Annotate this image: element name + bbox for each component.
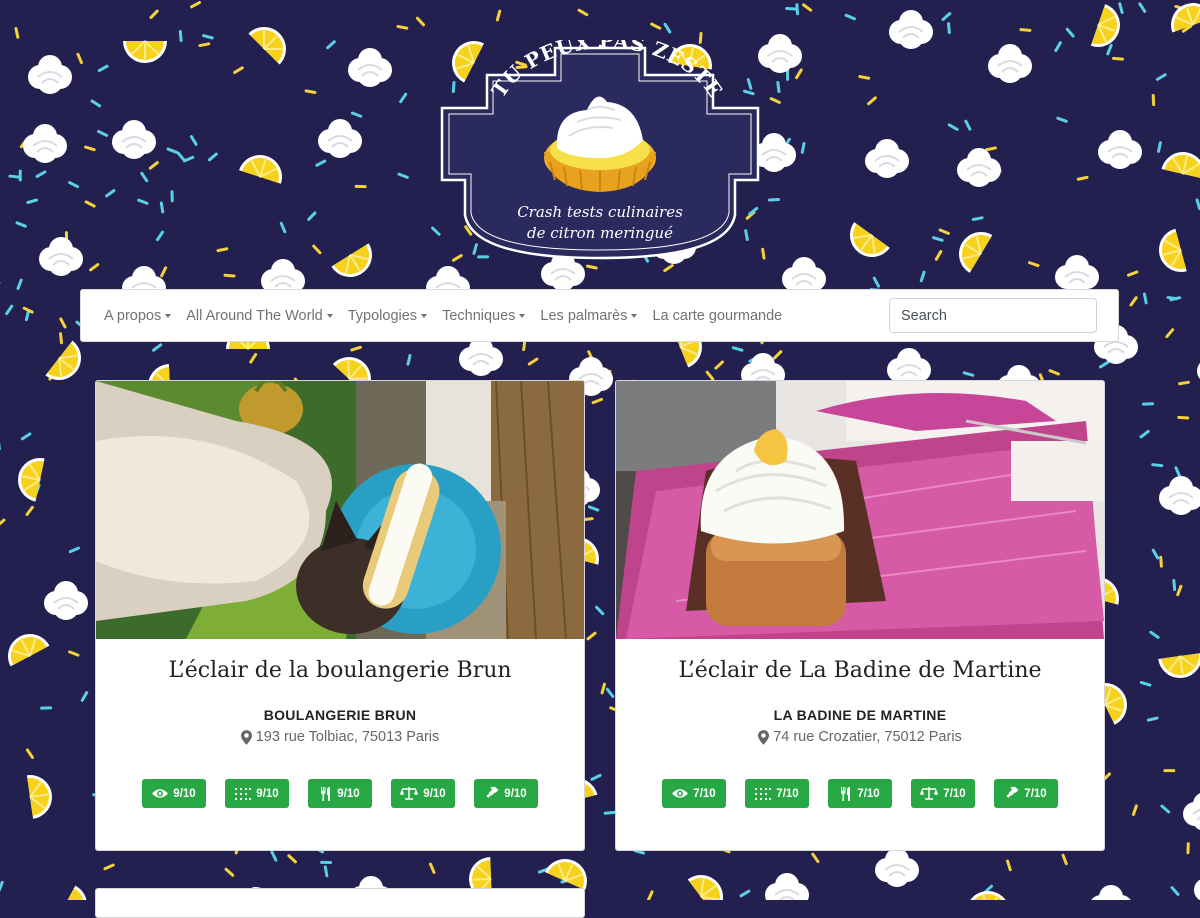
score-badge-texture: 7/10 xyxy=(745,779,809,808)
caret-down-icon xyxy=(326,313,333,318)
shop-address: 193 rue Tolbiac, 75013 Paris xyxy=(96,729,584,745)
texture-icon xyxy=(235,787,252,800)
address-text: 193 rue Tolbiac, 75013 Paris xyxy=(255,729,440,745)
nav-item-techniques[interactable]: Techniques xyxy=(442,307,526,324)
score-value: 7/10 xyxy=(943,787,966,800)
nav-item-all-around-the-world[interactable]: All Around The World xyxy=(186,307,333,324)
nav-item-la-carte-gourmande[interactable]: La carte gourmande xyxy=(652,308,782,324)
logo-tagline-line2: de citron meringué xyxy=(527,224,673,242)
score-badge-appearance: 9/10 xyxy=(142,779,206,808)
review-title[interactable]: L’éclair de la boulangerie Brun xyxy=(96,658,584,683)
map-marker-icon xyxy=(240,729,252,745)
caret-down-icon xyxy=(519,313,526,318)
nav-menu: A propos All Around The World Typologies… xyxy=(81,308,797,324)
nav-item-label: All Around The World xyxy=(186,307,323,324)
nav-item-les-palmares[interactable]: Les palmarès xyxy=(540,307,638,324)
score-badges: 7/10 7/10 7/10 7/10 7/10 xyxy=(616,779,1104,808)
score-badge-appearance: 7/10 xyxy=(662,779,726,808)
search-input[interactable] xyxy=(889,298,1097,333)
score-value: 7/10 xyxy=(857,787,880,800)
shop-name: BOULANGERIE BRUN xyxy=(263,707,417,723)
score-value: 7/10 xyxy=(1024,787,1047,800)
caret-down-icon xyxy=(631,313,638,318)
main-navbar: A propos All Around The World Typologies… xyxy=(80,289,1119,342)
score-value: 7/10 xyxy=(693,787,716,800)
score-value: 9/10 xyxy=(504,787,527,800)
score-value: 9/10 xyxy=(173,787,196,800)
score-badges: 9/10 9/10 9/10 9/10 9/10 xyxy=(96,779,584,808)
score-badge-taste: 9/10 xyxy=(308,779,372,808)
nav-item-label: A propos xyxy=(104,307,162,324)
nav-item-label: Techniques xyxy=(442,307,516,324)
review-card-partial[interactable] xyxy=(95,888,585,918)
nav-item-a-propos[interactable]: A propos xyxy=(104,307,172,324)
nav-item-label: Typologies xyxy=(347,307,418,324)
score-value: 9/10 xyxy=(423,787,446,800)
shop-name: LA BADINE DE MARTINE xyxy=(773,707,947,723)
score-value: 9/10 xyxy=(256,787,279,800)
review-photo-meringue-eclair[interactable] xyxy=(616,381,1104,639)
review-title[interactable]: L’éclair de La Badine de Martine xyxy=(616,658,1104,683)
caret-down-icon xyxy=(421,313,428,318)
eye-icon xyxy=(152,789,169,798)
address-text: 74 rue Crozatier, 75012 Paris xyxy=(773,729,962,745)
score-badge-balance: 7/10 xyxy=(911,779,975,808)
shop-address: 74 rue Crozatier, 75012 Paris xyxy=(616,729,1104,745)
score-badge-texture: 9/10 xyxy=(225,779,289,808)
gavel-icon xyxy=(486,786,499,798)
logo-tagline-line1: Crash tests culinaires xyxy=(517,203,683,221)
balance-scale-icon xyxy=(920,787,939,800)
score-value: 9/10 xyxy=(337,787,360,800)
score-badge-taste: 7/10 xyxy=(828,779,892,808)
map-marker-icon xyxy=(758,729,770,745)
nav-item-typologies[interactable]: Typologies xyxy=(347,307,428,324)
site-logo[interactable]: TU PEUX PAS ZESTE Crash tests culinaires… xyxy=(437,40,763,262)
score-badge-balance: 9/10 xyxy=(391,779,455,808)
eye-icon xyxy=(672,789,689,798)
caret-down-icon xyxy=(165,313,172,318)
review-card[interactable]: L’éclair de la boulangerie Brun BOULANGE… xyxy=(95,380,585,851)
nav-item-label: Les palmarès xyxy=(540,307,628,324)
score-badge-verdict: 7/10 xyxy=(994,779,1058,808)
fork-knife-icon xyxy=(321,786,331,801)
nav-item-label: La carte gourmande xyxy=(652,307,783,324)
review-photo-cat-eclair[interactable] xyxy=(96,381,584,639)
score-value: 7/10 xyxy=(776,787,799,800)
texture-icon xyxy=(755,787,772,800)
balance-scale-icon xyxy=(400,787,419,800)
review-card[interactable]: L’éclair de La Badine de Martine LA BADI… xyxy=(615,380,1105,851)
gavel-icon xyxy=(1006,786,1019,798)
score-badge-verdict: 9/10 xyxy=(474,779,538,808)
fork-knife-icon xyxy=(841,786,851,801)
